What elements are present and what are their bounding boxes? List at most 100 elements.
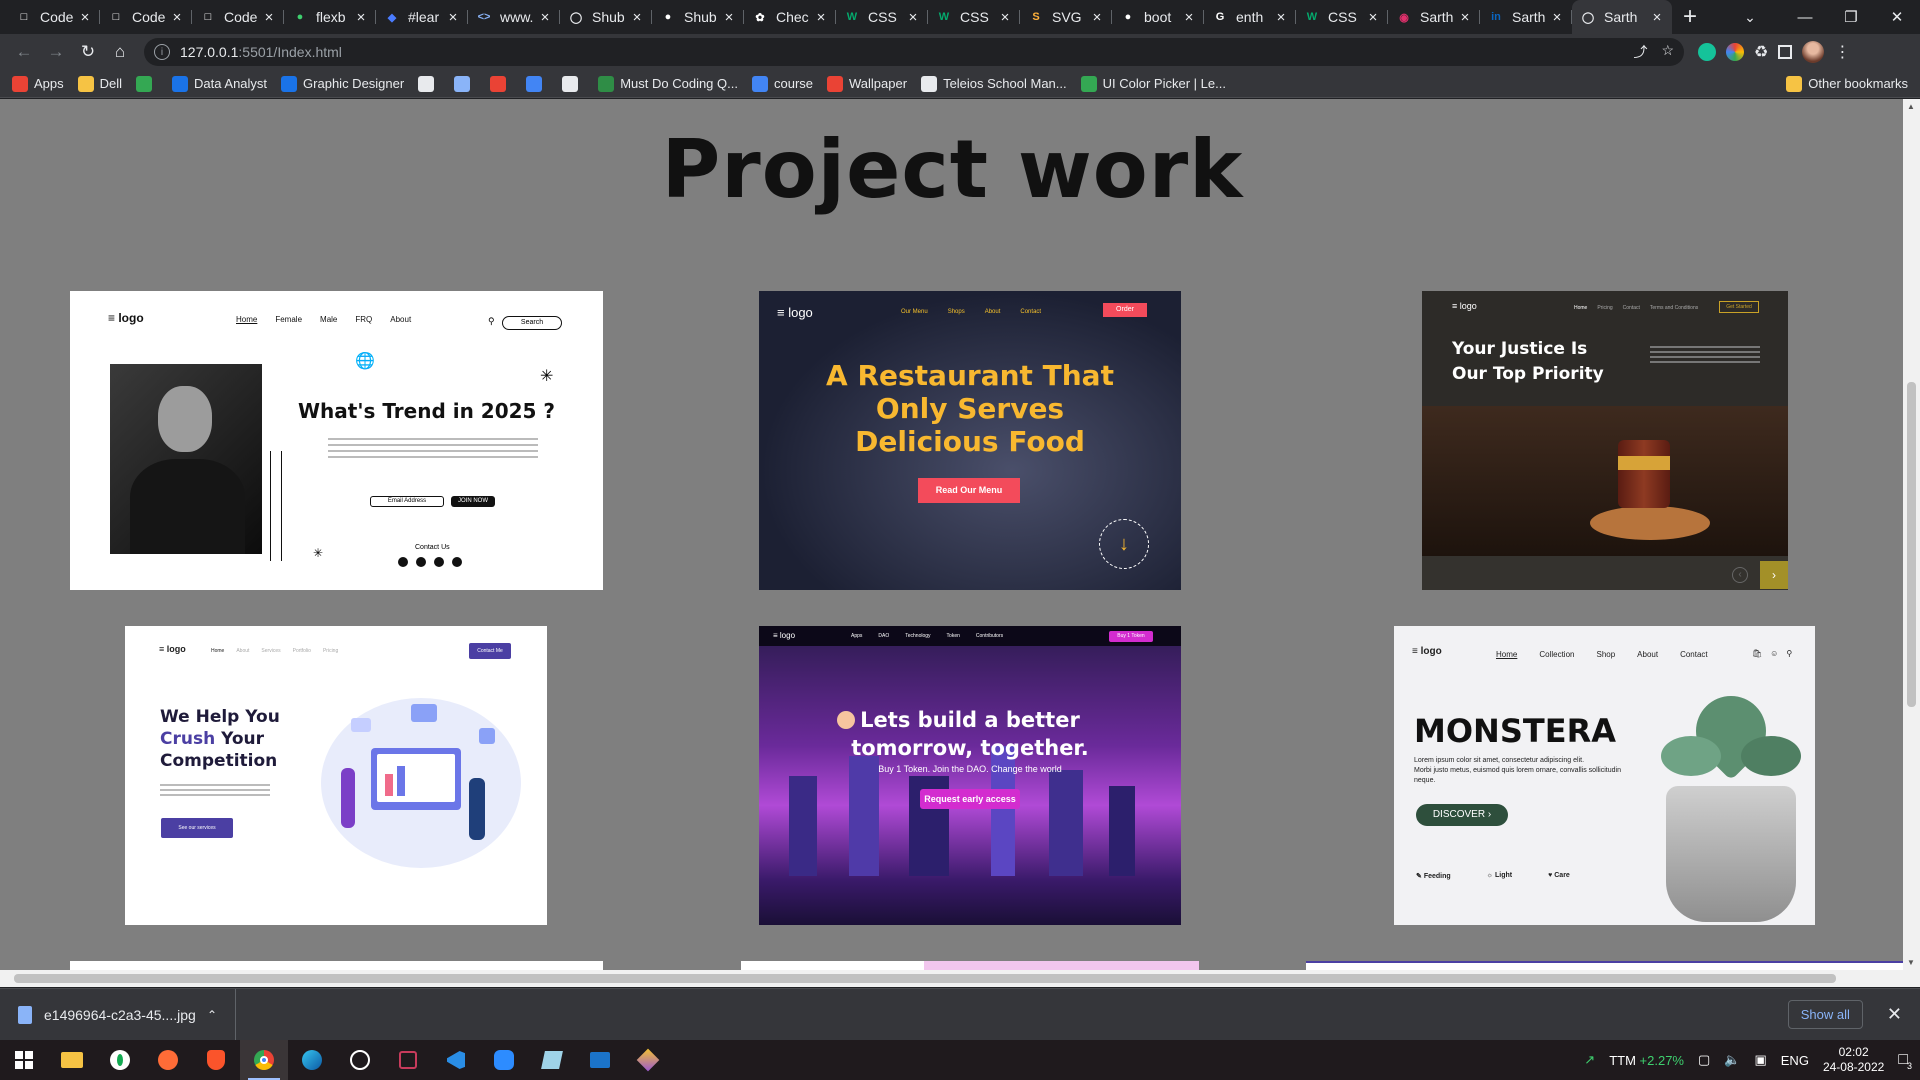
- browser-tab[interactable]: W CSS ×: [1296, 0, 1388, 34]
- vertical-scroll-thumb[interactable]: [1907, 382, 1916, 707]
- bookmark-item[interactable]: Graphic Designer: [281, 75, 404, 92]
- minimize-icon[interactable]: —: [1782, 0, 1828, 34]
- horizontal-scroll-thumb[interactable]: [14, 974, 1836, 983]
- close-tab-icon[interactable]: ×: [78, 9, 92, 26]
- close-tab-icon[interactable]: ×: [1458, 9, 1472, 26]
- windows-start-icon[interactable]: [0, 1040, 48, 1080]
- site-info-icon[interactable]: i: [154, 44, 170, 60]
- scroll-down-arrow-icon[interactable]: ▼: [1907, 958, 1915, 967]
- battery-icon[interactable]: ▢: [1698, 1052, 1710, 1068]
- brave-browser-icon[interactable]: [192, 1040, 240, 1080]
- close-tab-icon[interactable]: ×: [1366, 9, 1380, 26]
- extensions-puzzle-icon[interactable]: ♻: [1754, 42, 1768, 62]
- close-tab-icon[interactable]: ×: [538, 9, 552, 26]
- browser-tab[interactable]: □ Code ×: [100, 0, 192, 34]
- project-card-plant[interactable]: ≡ logo Home Collection Shop About Contac…: [1394, 626, 1815, 925]
- close-tab-icon[interactable]: ×: [1090, 9, 1104, 26]
- project-card-law[interactable]: ≡ logo Home Pricing Contact Terms and Co…: [1422, 291, 1788, 590]
- chevron-up-icon[interactable]: ⌃: [207, 1008, 217, 1022]
- vscode-icon[interactable]: [432, 1040, 480, 1080]
- bookmark-item[interactable]: UI Color Picker | Le...: [1080, 75, 1226, 92]
- browser-tab[interactable]: ◯ Sarth ×: [1572, 0, 1672, 34]
- forward-icon[interactable]: →: [40, 36, 72, 68]
- photos-icon[interactable]: [576, 1040, 624, 1080]
- color-picker-extension-icon[interactable]: [1726, 43, 1744, 61]
- close-tab-icon[interactable]: ×: [722, 9, 736, 26]
- close-tab-icon[interactable]: ×: [630, 9, 644, 26]
- close-tab-icon[interactable]: ×: [906, 9, 920, 26]
- bookmark-star-icon[interactable]: ☆: [1661, 42, 1674, 62]
- close-tab-icon[interactable]: ×: [1550, 9, 1564, 26]
- bookmark-item[interactable]: [526, 75, 548, 92]
- edge-icon[interactable]: [288, 1040, 336, 1080]
- project-card-marketing[interactable]: ≡ logo Home About Services Portfolio Pri…: [125, 626, 547, 925]
- bookmark-item[interactable]: Wallpaper: [827, 75, 907, 92]
- browser-tab[interactable]: □ Code ×: [192, 0, 284, 34]
- bookmark-item[interactable]: [490, 75, 512, 92]
- zoom-icon[interactable]: [480, 1040, 528, 1080]
- scroll-up-arrow-icon[interactable]: ▲: [1907, 102, 1915, 111]
- browser-tab[interactable]: W CSS ×: [928, 0, 1020, 34]
- bookmark-item[interactable]: [136, 75, 158, 92]
- browser-tab[interactable]: □ Code ×: [8, 0, 100, 34]
- tab-search-icon[interactable]: ⌄: [1730, 0, 1770, 34]
- volume-icon[interactable]: 🔈: [1724, 1052, 1740, 1068]
- close-icon[interactable]: ✕: [1887, 1004, 1902, 1025]
- bookmark-item[interactable]: course: [751, 75, 813, 92]
- profile-avatar[interactable]: [1802, 41, 1825, 63]
- project-card-fashion[interactable]: ≡ logo Home Female Male FRQ About ⚲ Sear…: [70, 291, 603, 590]
- other-bookmarks-folder[interactable]: Other bookmarks: [1786, 75, 1908, 92]
- browser-tab[interactable]: ◯ Shub ×: [560, 0, 652, 34]
- git-extension-icon[interactable]: [624, 1040, 672, 1080]
- home-icon[interactable]: ⌂: [104, 36, 136, 68]
- mongodb-compass-icon[interactable]: [96, 1040, 144, 1080]
- clock[interactable]: 02:02 24-08-2022: [1823, 1045, 1884, 1075]
- browser-tab[interactable]: in Sarth ×: [1480, 0, 1572, 34]
- bookmark-item[interactable]: Data Analyst: [172, 75, 267, 92]
- address-bar[interactable]: i 127.0.0.1:5501/Index.html ⤴ ☆: [144, 38, 1684, 66]
- vivaldi-icon[interactable]: [384, 1040, 432, 1080]
- stock-ticker[interactable]: TTM +2.27%: [1609, 1053, 1684, 1068]
- browser-tab[interactable]: ✿ Chec ×: [744, 0, 836, 34]
- close-tab-icon[interactable]: ×: [1650, 9, 1664, 26]
- notes-icon[interactable]: [528, 1040, 576, 1080]
- bookmark-item[interactable]: [562, 75, 584, 92]
- browser-tab[interactable]: S SVG ×: [1020, 0, 1112, 34]
- notifications-icon[interactable]: □ 3: [1898, 1051, 1912, 1071]
- bookmark-item[interactable]: Must Do Coding Q...: [598, 75, 738, 92]
- bookmark-item[interactable]: Apps: [12, 75, 64, 92]
- browser-tab[interactable]: ● boot ×: [1112, 0, 1204, 34]
- bookmark-item[interactable]: [454, 75, 476, 92]
- project-card-restaurant[interactable]: ≡ logo Our Menu Shops About Contact Orde…: [759, 291, 1181, 590]
- browser-tab[interactable]: ● Shub ×: [652, 0, 744, 34]
- postman-icon[interactable]: [144, 1040, 192, 1080]
- close-tab-icon[interactable]: ×: [1274, 9, 1288, 26]
- close-tab-icon[interactable]: ×: [354, 9, 368, 26]
- close-tab-icon[interactable]: ×: [998, 9, 1012, 26]
- share-icon[interactable]: ⤴: [1633, 42, 1647, 62]
- grammarly-extension-icon[interactable]: [1698, 43, 1716, 61]
- whatsapp-icon[interactable]: [336, 1040, 384, 1080]
- language-indicator[interactable]: ENG: [1781, 1053, 1809, 1068]
- download-item[interactable]: e1496964-c2a3-45....jpg ⌃: [0, 988, 236, 1041]
- bookmark-item[interactable]: [418, 75, 440, 92]
- bookmark-item[interactable]: Dell: [77, 75, 122, 92]
- vertical-scrollbar[interactable]: ▲ ▼: [1903, 99, 1920, 970]
- chrome-icon[interactable]: [240, 1040, 288, 1080]
- close-tab-icon[interactable]: ×: [446, 9, 460, 26]
- back-icon[interactable]: ←: [8, 36, 40, 68]
- show-all-button[interactable]: Show all: [1787, 1000, 1863, 1029]
- close-tab-icon[interactable]: ×: [814, 9, 828, 26]
- close-tab-icon[interactable]: ×: [1182, 9, 1196, 26]
- side-panel-icon[interactable]: [1778, 45, 1793, 59]
- browser-tab[interactable]: W CSS ×: [836, 0, 928, 34]
- project-card-dao[interactable]: ≡ logo Apps DAO Technology Token Contrib…: [759, 626, 1181, 925]
- browser-tab[interactable]: ● flexb ×: [284, 0, 376, 34]
- bookmark-item[interactable]: Teleios School Man...: [921, 75, 1067, 92]
- horizontal-scrollbar[interactable]: [0, 970, 1920, 987]
- browser-tab[interactable]: ◆ #lear ×: [376, 0, 468, 34]
- close-tab-icon[interactable]: ×: [262, 9, 276, 26]
- close-tab-icon[interactable]: ×: [170, 9, 184, 26]
- network-icon[interactable]: ▣: [1754, 1052, 1766, 1068]
- file-explorer-icon[interactable]: [48, 1040, 96, 1080]
